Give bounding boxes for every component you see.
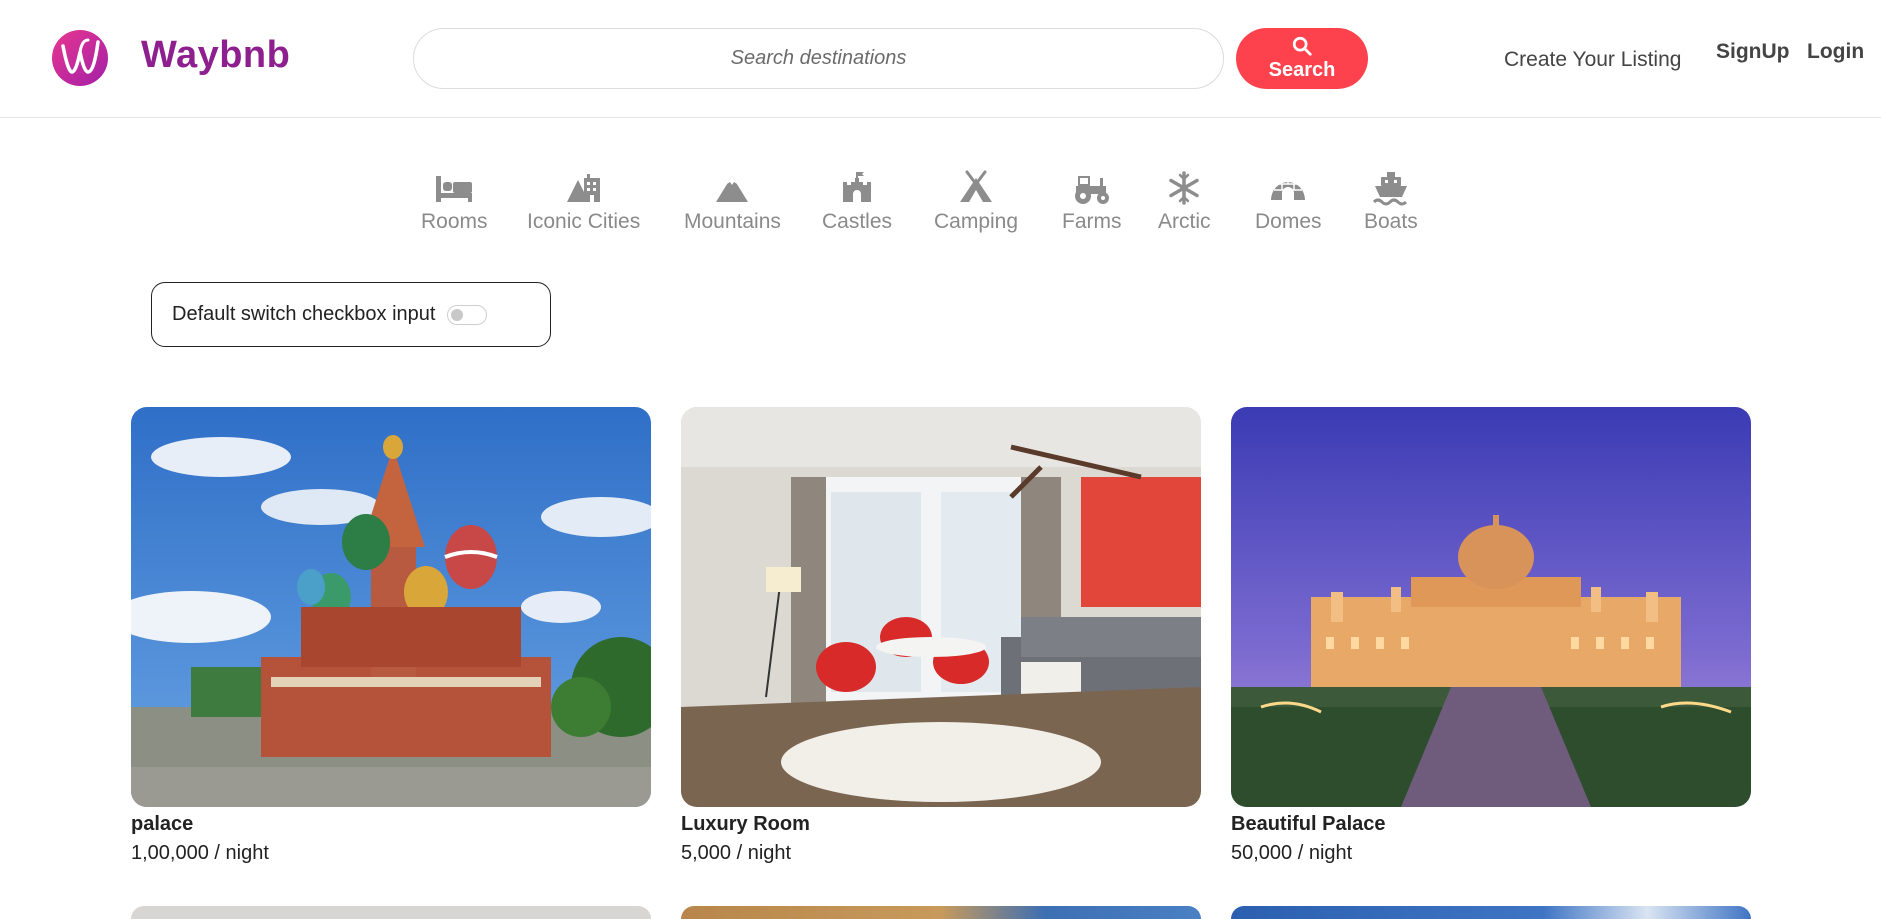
filter-boats[interactable]: Boats: [1364, 170, 1418, 234]
filter-label: Arctic: [1158, 210, 1211, 233]
filter-label: Rooms: [421, 210, 488, 233]
listing-card[interactable]: Luxury Room 5,000 / night: [681, 407, 1201, 865]
castle-icon: [843, 172, 872, 202]
toggle-knob: [451, 308, 464, 321]
listing-image-partial[interactable]: [1231, 906, 1751, 919]
search-button[interactable]: Search: [1236, 28, 1368, 89]
bed-icon: [436, 176, 473, 202]
listing-title: Luxury Room: [681, 813, 810, 835]
listing-image[interactable]: [1231, 407, 1751, 807]
filter-arctic[interactable]: Arctic: [1158, 170, 1211, 234]
login-link[interactable]: Login: [1807, 40, 1864, 64]
listing-image[interactable]: [681, 407, 1201, 807]
listing-image-partial[interactable]: [131, 906, 651, 919]
filter-iconic-cities[interactable]: Iconic Cities: [527, 170, 640, 234]
tractor-icon: [1074, 176, 1109, 204]
listing-title: palace: [131, 813, 194, 835]
listing-image[interactable]: [131, 407, 651, 807]
brand-logo-icon[interactable]: [50, 28, 110, 88]
filter-domes[interactable]: Domes: [1255, 170, 1322, 234]
signup-link[interactable]: SignUp: [1716, 40, 1790, 64]
filter-label: Castles: [822, 210, 893, 233]
filter-label: Camping: [934, 210, 1019, 233]
mountain-icon: [716, 176, 749, 202]
filter-farms[interactable]: Farms: [1062, 170, 1122, 234]
search-bar: [413, 28, 1224, 89]
search-input[interactable]: [414, 29, 1223, 88]
listing-card[interactable]: palace 1,00,000 / night: [131, 407, 651, 865]
tax-toggle-box: Default switch checkbox input: [151, 282, 551, 347]
filter-camping[interactable]: Camping: [934, 170, 1018, 234]
toggle-label: Default switch checkbox input: [172, 303, 436, 325]
filter-label: Iconic Cities: [527, 210, 641, 233]
campground-icon: [960, 170, 993, 202]
navbar: Waybnb Search Create Your Listing SignUp…: [0, 0, 1881, 118]
filter-label: Domes: [1255, 210, 1322, 233]
listing-price: 5,000 / night: [681, 842, 792, 864]
toggle-switch[interactable]: [447, 304, 488, 325]
ship-icon: [1372, 172, 1407, 206]
search-icon: [1292, 36, 1312, 56]
listing-card[interactable]: Beautiful Palace 50,000 / night: [1231, 407, 1751, 865]
city-icon: [566, 174, 600, 202]
search-button-label: Search: [1268, 59, 1336, 81]
brand-name[interactable]: Waybnb: [141, 34, 290, 77]
category-filters: Rooms Iconic Cities Mountains Castles Ca…: [0, 170, 1881, 250]
filter-label: Farms: [1062, 210, 1122, 233]
filter-label: Mountains: [684, 210, 781, 233]
filter-mountains[interactable]: Mountains: [684, 170, 781, 234]
listing-title: Beautiful Palace: [1231, 813, 1386, 835]
listing-price: 50,000 / night: [1231, 842, 1353, 864]
filter-castles[interactable]: Castles: [822, 170, 892, 234]
create-listing-link[interactable]: Create Your Listing: [1504, 48, 1681, 72]
filter-label: Boats: [1364, 210, 1418, 233]
snowflake-icon: [1169, 171, 1199, 205]
igloo-icon: [1271, 178, 1306, 200]
listing-image-partial[interactable]: [681, 906, 1201, 919]
filter-rooms[interactable]: Rooms: [421, 170, 488, 234]
listing-price: 1,00,000 / night: [131, 842, 269, 864]
